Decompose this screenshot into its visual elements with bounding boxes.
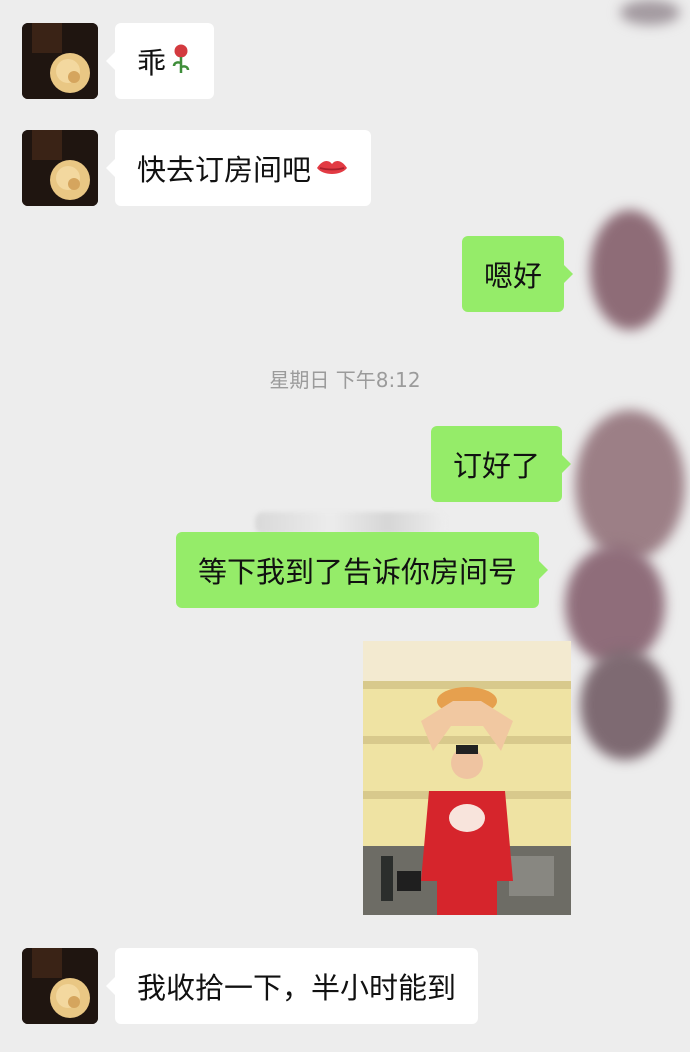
message-text: 等下我到了告诉你房间号 [198,555,518,589]
message-bubble[interactable]: 乖 [105,23,215,99]
message-bubble[interactable]: 快去订房间吧 [105,130,372,206]
chat-thread: 乖 快去订房间吧 嗯好 星期日 下午8:12 订好了 等下我到了告诉你房间号 我… [0,0,690,1052]
contact-avatar[interactable] [22,948,98,1024]
message-bubble[interactable]: 我收拾一下，半小时能到 [105,948,479,1024]
message-text: 订好了 [453,449,541,483]
message-bubble[interactable]: 订好了 [431,426,572,502]
photo-message[interactable] [363,641,571,915]
message-bubble[interactable]: 嗯好 [462,236,574,312]
message-text: 快去订房间吧 [137,153,312,187]
message-text: 嗯好 [484,259,543,293]
blurred-avatar [620,0,680,25]
contact-avatar[interactable] [22,23,98,99]
blurred-avatar [580,650,670,760]
blurred-avatar [575,410,685,560]
blurred-avatar [590,210,670,330]
message-text: 乖 [137,46,167,80]
timestamp: 星期日 下午8:12 [269,368,421,392]
contact-avatar[interactable] [22,130,98,206]
message-text: 我收拾一下，半小时能到 [137,971,457,1005]
blurred-avatar [565,545,665,665]
rose-emoji [170,43,192,80]
message-bubble[interactable]: 等下我到了告诉你房间号 [176,532,549,608]
lips-emoji [315,151,349,185]
blurred-name-label [255,512,445,534]
